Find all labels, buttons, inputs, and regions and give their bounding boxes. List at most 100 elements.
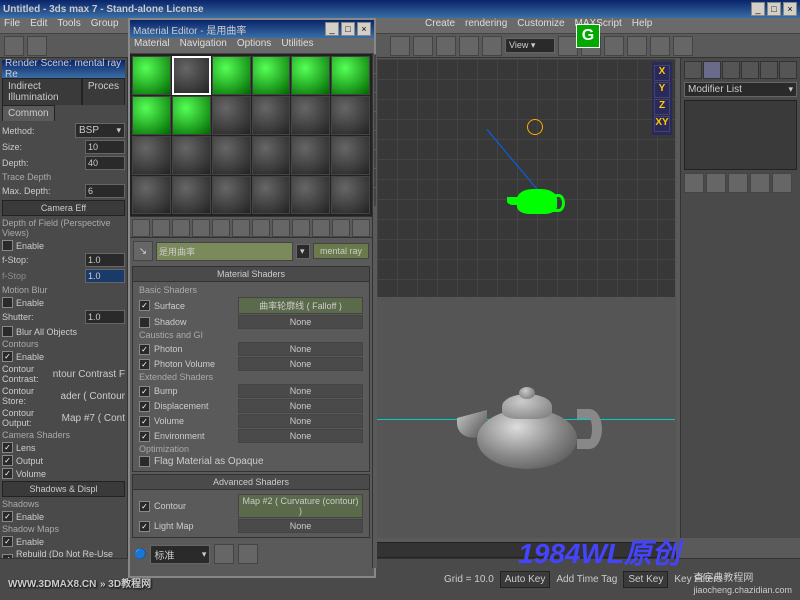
- material-name-field[interactable]: 是用曲率: [156, 242, 293, 261]
- mat-slot-17[interactable]: [291, 136, 330, 175]
- light-gizmo-icon[interactable]: [527, 119, 543, 135]
- render-button[interactable]: [673, 36, 693, 56]
- undo-button[interactable]: [4, 36, 24, 56]
- menu-edit[interactable]: Edit: [30, 18, 47, 33]
- surface-check[interactable]: [139, 300, 150, 311]
- link-button[interactable]: [390, 36, 410, 56]
- background-icon[interactable]: [374, 93, 376, 111]
- layers-button[interactable]: [627, 36, 647, 56]
- select-button[interactable]: [413, 36, 433, 56]
- create-tab-icon[interactable]: [684, 61, 702, 79]
- goto-parent-icon[interactable]: [332, 219, 350, 237]
- put-mat-icon[interactable]: [152, 219, 170, 237]
- axis-x-button[interactable]: X: [654, 65, 670, 81]
- mat-slot-16[interactable]: [252, 136, 291, 175]
- mat-slot-20[interactable]: [172, 176, 211, 215]
- mat-menu-util[interactable]: Utilities: [281, 38, 313, 53]
- redo-button[interactable]: [27, 36, 47, 56]
- mat-name-dropdown[interactable]: ▾: [296, 244, 310, 259]
- shadow-map-button[interactable]: None: [238, 315, 363, 329]
- mat-slot-21[interactable]: [212, 176, 251, 215]
- depth-spinner[interactable]: 40: [85, 156, 125, 170]
- material-type-button[interactable]: mental ray: [313, 243, 369, 259]
- photonvol-map-button[interactable]: None: [238, 357, 363, 371]
- disp-map-button[interactable]: None: [238, 399, 363, 413]
- sample-type-icon[interactable]: [374, 55, 376, 73]
- modifier-stack[interactable]: [684, 100, 797, 170]
- show-result-stack-icon[interactable]: [706, 173, 726, 193]
- assign-mat-icon[interactable]: [172, 219, 190, 237]
- teapot-top-icon[interactable]: [517, 189, 557, 214]
- mat-nav1-icon[interactable]: [214, 544, 234, 564]
- mat-slot-3[interactable]: [212, 56, 251, 95]
- mat-nav2-icon[interactable]: [238, 544, 258, 564]
- utility-tab-icon[interactable]: [779, 61, 797, 79]
- shadow-check[interactable]: [139, 317, 150, 328]
- tab-common[interactable]: Common: [2, 105, 55, 121]
- remove-mod-icon[interactable]: [750, 173, 770, 193]
- teapot-3d[interactable]: [457, 379, 597, 479]
- goto-sibling-icon[interactable]: [352, 219, 370, 237]
- mat-slot-15[interactable]: [212, 136, 251, 175]
- mat-slot-19[interactable]: [132, 176, 171, 215]
- env-map-button[interactable]: None: [238, 429, 363, 443]
- mat-max-button[interactable]: □: [341, 22, 355, 36]
- reset-mat-icon[interactable]: [192, 219, 210, 237]
- mat-slot-4[interactable]: [252, 56, 291, 95]
- mat-slot-14[interactable]: [172, 136, 211, 175]
- mat-menu-options[interactable]: Options: [237, 38, 271, 53]
- select-by-mat-icon[interactable]: [374, 188, 376, 206]
- maxdepth-spinner[interactable]: 6: [85, 184, 125, 198]
- plugin-icon[interactable]: G: [576, 24, 600, 48]
- contours-enable-check[interactable]: [2, 351, 13, 362]
- video-check-icon[interactable]: [374, 131, 376, 149]
- contour-check[interactable]: [139, 501, 150, 512]
- menu-group[interactable]: Group: [91, 18, 119, 33]
- mat-min-button[interactable]: _: [325, 22, 339, 36]
- mat-slot-1[interactable]: [132, 56, 171, 95]
- mat-close-button[interactable]: ×: [357, 22, 371, 36]
- mat-slot-10[interactable]: [252, 96, 291, 135]
- ref-coord-dropdown[interactable]: View ▾: [505, 38, 555, 53]
- mat-slot-2[interactable]: [172, 56, 211, 95]
- viewport-perspective[interactable]: [376, 298, 676, 538]
- method-dropdown[interactable]: BSP▾: [75, 123, 125, 138]
- menu-help[interactable]: Help: [632, 18, 653, 33]
- mat-slot-23[interactable]: [291, 176, 330, 215]
- surface-map-button[interactable]: 曲率轮廓线 ( Falloff ): [238, 297, 363, 314]
- pin-stack-icon[interactable]: [684, 173, 704, 193]
- snap-button[interactable]: [558, 36, 578, 56]
- mat-slot-6[interactable]: [331, 56, 370, 95]
- vol-check[interactable]: [139, 416, 150, 427]
- menu-tools[interactable]: Tools: [57, 18, 80, 33]
- photon-check[interactable]: [139, 344, 150, 355]
- mat-menu-material[interactable]: Material: [134, 38, 170, 53]
- setkey-button[interactable]: Set Key: [623, 571, 668, 588]
- show-map-icon[interactable]: [292, 219, 310, 237]
- motion-tab-icon[interactable]: [741, 61, 759, 79]
- viewport-top[interactable]: [376, 58, 676, 298]
- bump-map-button[interactable]: None: [238, 384, 363, 398]
- tab-process[interactable]: Proces: [82, 78, 125, 105]
- mat-slot-9[interactable]: [212, 96, 251, 135]
- contour-map-button[interactable]: Map #2 ( Curvature (contour) ): [238, 494, 363, 518]
- size-spinner[interactable]: 10: [85, 140, 125, 154]
- rollout-material-shaders[interactable]: Material Shaders: [133, 267, 369, 282]
- mat-menu-nav[interactable]: Navigation: [180, 38, 227, 53]
- mblur-enable-check[interactable]: [2, 297, 13, 308]
- mat-slot-22[interactable]: [252, 176, 291, 215]
- axis-y-button[interactable]: Y: [654, 82, 670, 98]
- options-icon[interactable]: [374, 169, 376, 187]
- rotate-button[interactable]: [459, 36, 479, 56]
- scale-button[interactable]: [482, 36, 502, 56]
- menu-customize[interactable]: Customize: [517, 18, 564, 33]
- lightmap-map-button[interactable]: None: [238, 519, 363, 533]
- axis-z-button[interactable]: Z: [654, 99, 670, 115]
- photon-map-button[interactable]: None: [238, 342, 363, 356]
- show-result-icon[interactable]: [312, 219, 330, 237]
- pick-mat-icon[interactable]: ↘: [133, 241, 153, 261]
- mat-slot-18[interactable]: [331, 136, 370, 175]
- mat-slot-5[interactable]: [291, 56, 330, 95]
- addtag-button[interactable]: Add Time Tag: [556, 574, 617, 585]
- bump-check[interactable]: [139, 386, 150, 397]
